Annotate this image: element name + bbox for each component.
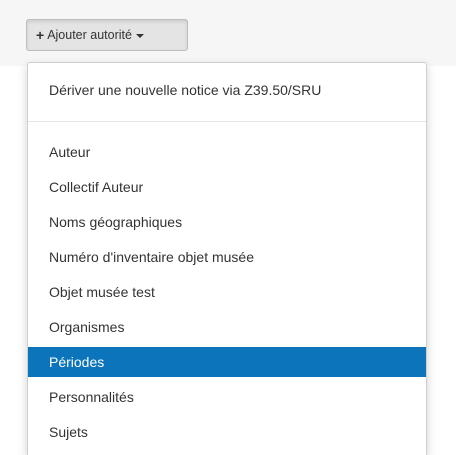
authority-dropdown-menu: Dériver une nouvelle notice via Z39.50/S… [27,62,427,455]
menu-item-numero-inventaire[interactable]: Numéro d'inventaire objet musée [28,242,426,272]
menu-item-derive-z3950[interactable]: Dériver une nouvelle notice via Z39.50/S… [28,75,426,105]
menu-item-objet-musee-test[interactable]: Objet musée test [28,277,426,307]
menu-divider [28,121,426,122]
menu-item-collectif-auteur[interactable]: Collectif Auteur [28,172,426,202]
add-authority-label: Ajouter autorité [47,28,132,42]
plus-icon: + [36,27,45,43]
caret-down-icon [135,34,144,38]
menu-item-noms-geographiques[interactable]: Noms géographiques [28,207,426,237]
menu-item-periodes[interactable]: Périodes [28,347,426,377]
menu-item-auteur[interactable]: Auteur [28,137,426,167]
menu-item-personnalites[interactable]: Personnalités [28,382,426,412]
menu-item-organismes[interactable]: Organismes [28,312,426,342]
menu-item-sujets[interactable]: Sujets [28,417,426,447]
add-authority-button[interactable]: + Ajouter autorité [26,19,188,51]
